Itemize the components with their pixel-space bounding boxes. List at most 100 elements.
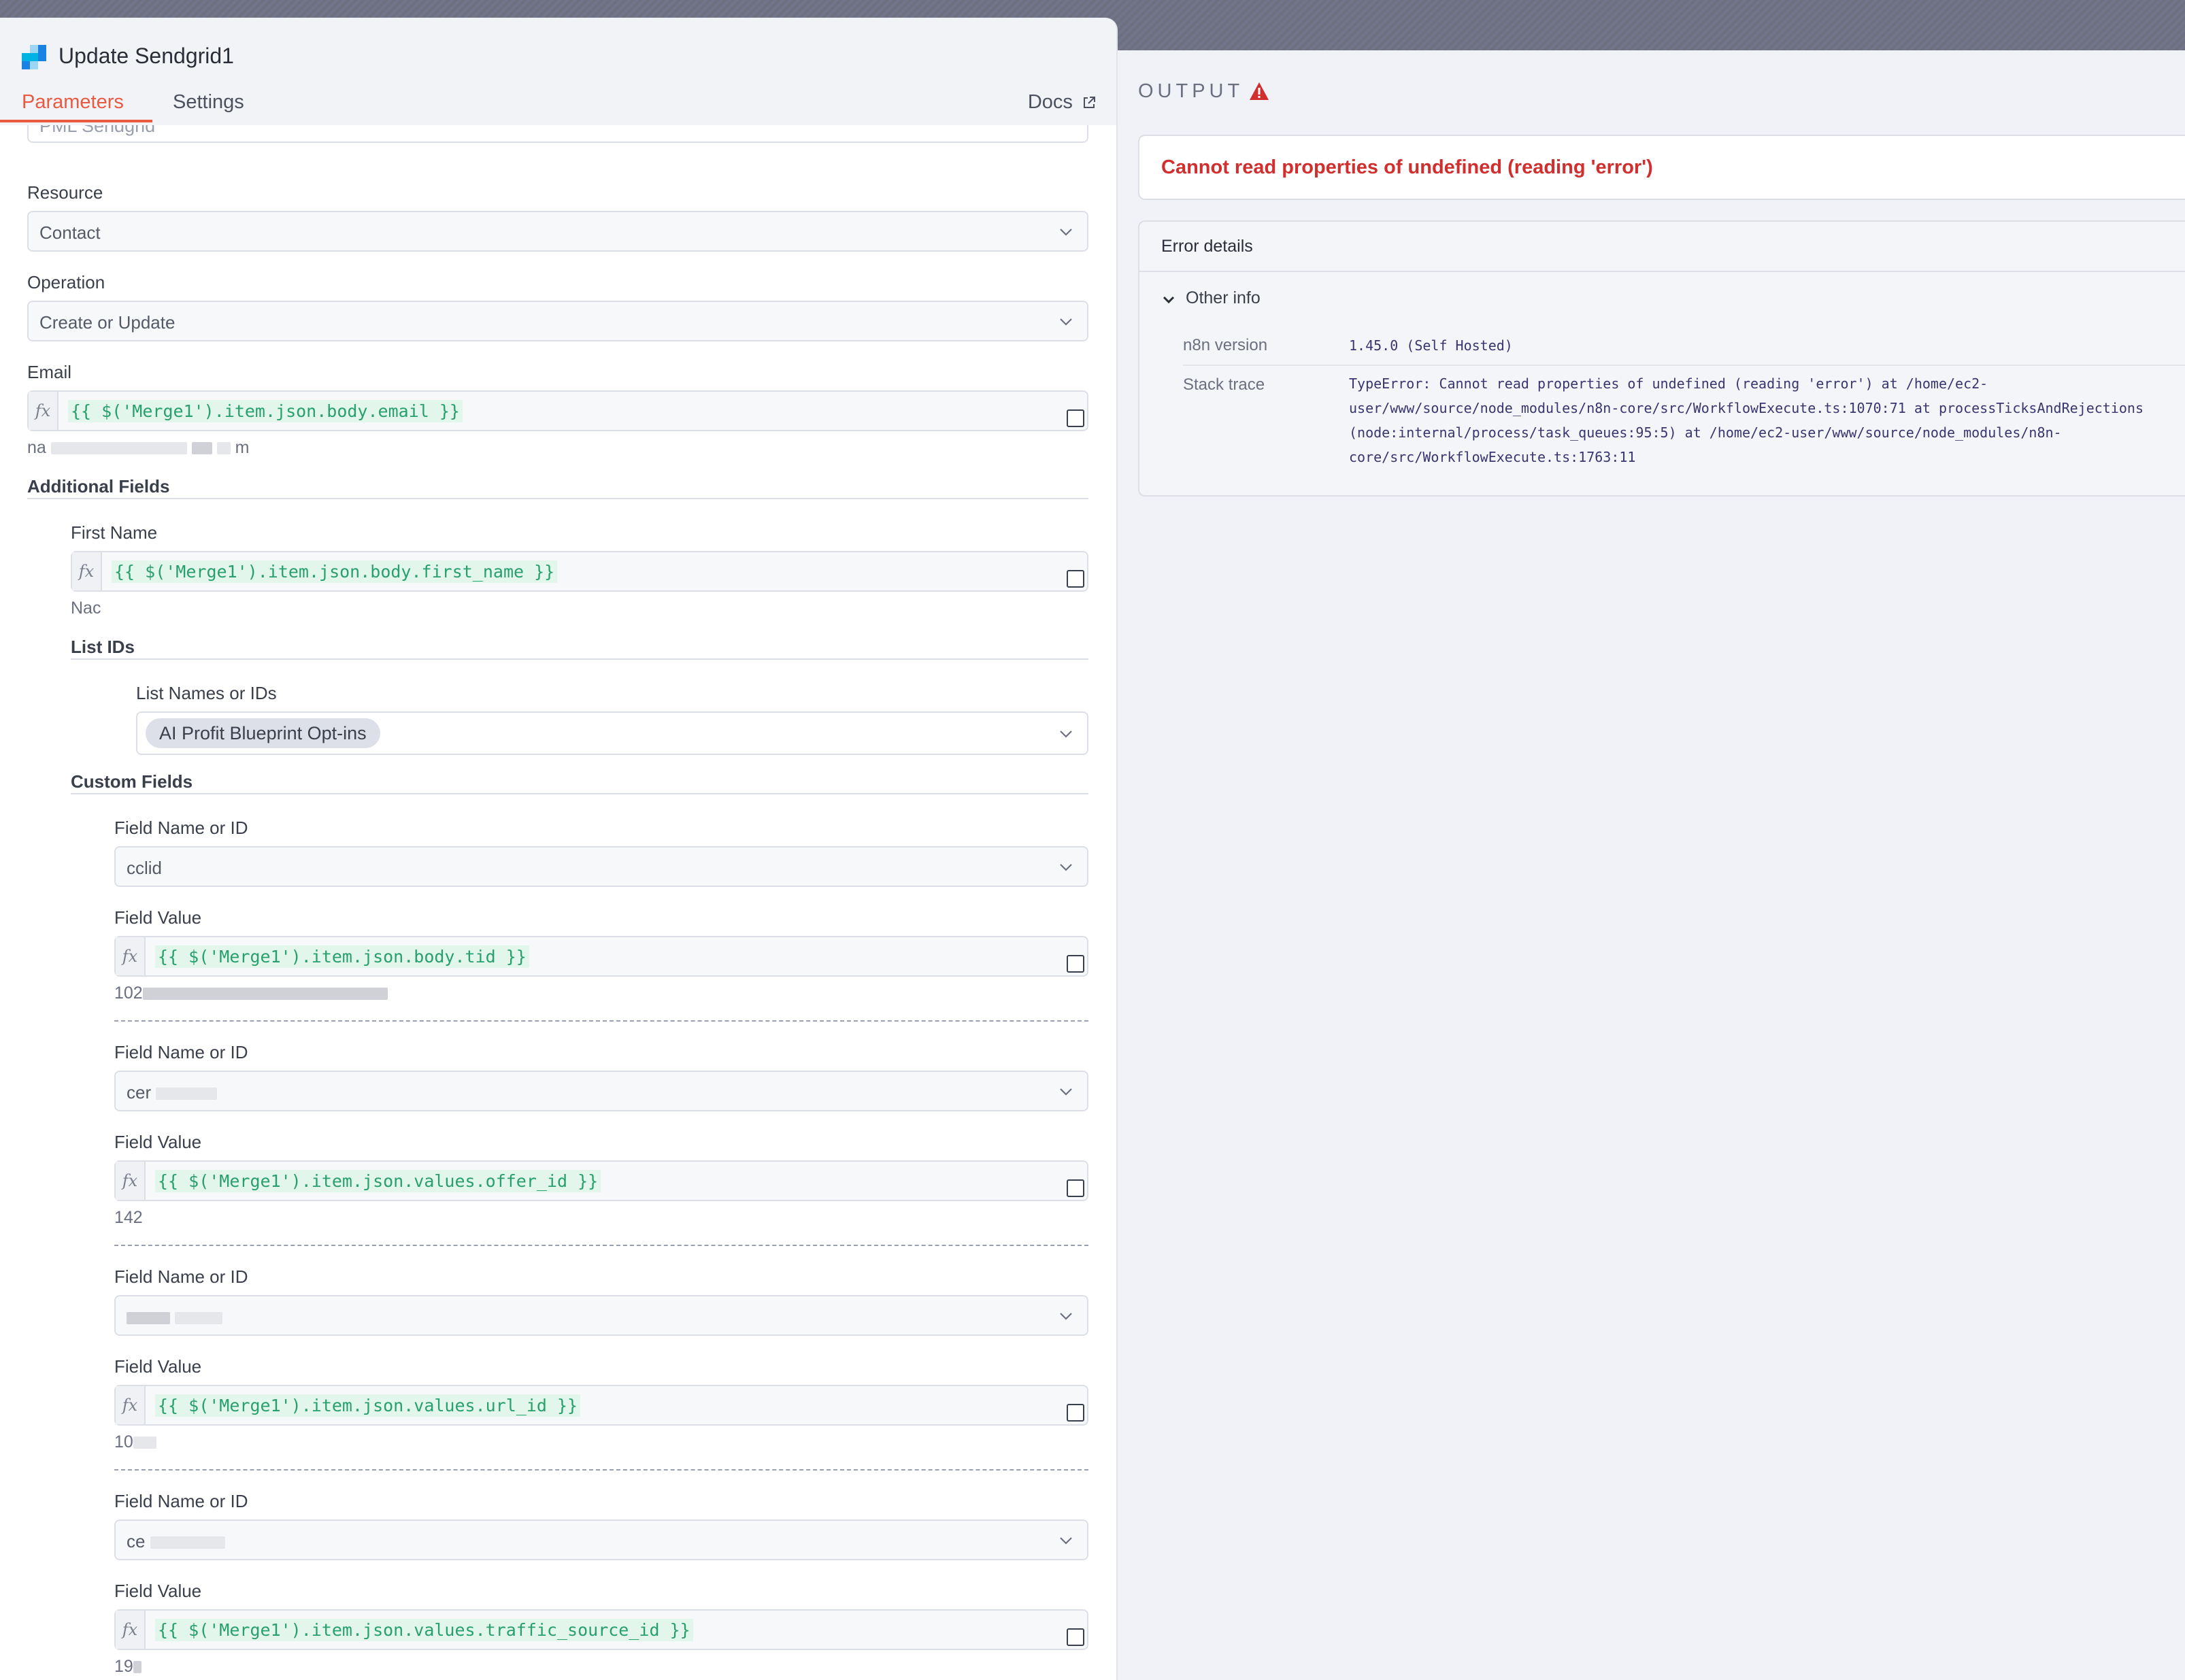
section-divider xyxy=(71,658,1088,660)
fx-icon: fx xyxy=(116,1162,146,1200)
field-value-expression: {{ $('Merge1').item.json.values.traffic_… xyxy=(155,1619,693,1641)
expand-editor-icon[interactable] xyxy=(1067,409,1084,427)
node-parameters-panel: Update Sendgrid1 Parameters Settings Doc… xyxy=(0,18,1116,1680)
fx-icon: fx xyxy=(29,392,59,430)
n8n-version-value: 1.45.0 (Self Hosted) xyxy=(1349,337,1513,354)
email-preview-start: na xyxy=(27,438,46,457)
section-divider xyxy=(71,793,1088,794)
resource-label: Resource xyxy=(27,182,103,203)
field-value-expression: {{ $('Merge1').item.json.values.offer_id… xyxy=(155,1170,601,1192)
stack-trace-key: Stack trace xyxy=(1183,375,1265,394)
fx-icon: fx xyxy=(116,1386,146,1424)
email-expression-field[interactable]: fx {{ $('Merge1').item.json.body.email }… xyxy=(27,390,1088,431)
chevron-down-icon xyxy=(1060,1537,1072,1545)
panel-header: Update Sendgrid1 Parameters Settings Doc… xyxy=(0,18,1116,125)
docs-label: Docs xyxy=(1027,91,1073,113)
fx-icon: fx xyxy=(116,937,146,975)
list-chip[interactable]: AI Profit Blueprint Opt-ins xyxy=(146,718,380,748)
expand-editor-icon[interactable] xyxy=(1067,955,1084,973)
fx-icon: fx xyxy=(116,1611,146,1649)
custom-fields-heading: Custom Fields xyxy=(71,771,193,792)
error-message-box: Cannot read properties of undefined (rea… xyxy=(1138,135,2185,200)
redacted-block xyxy=(127,1312,170,1325)
field-value-preview: 142 xyxy=(114,1208,143,1227)
node-title[interactable]: Update Sendgrid1 xyxy=(59,44,234,69)
active-tab-indicator xyxy=(0,120,152,122)
chevron-down-icon xyxy=(1060,730,1072,738)
docs-link[interactable]: Docs xyxy=(1028,91,1096,114)
sendgrid-icon xyxy=(22,45,46,69)
credential-value: PML Sendgrid xyxy=(39,125,156,136)
stack-trace-line: user/www/source/node_modules/n8n-core/sr… xyxy=(1349,400,2144,416)
chevron-down-icon xyxy=(1060,229,1072,236)
stack-trace-value: TypeError: Cannot read properties of und… xyxy=(1349,371,2185,469)
field-value-preview: 19 xyxy=(114,1657,141,1677)
field-name-value xyxy=(127,1307,223,1328)
expand-editor-icon[interactable] xyxy=(1067,1179,1084,1197)
field-value-label: Field Value xyxy=(114,1132,202,1152)
field-name-select[interactable]: cer xyxy=(114,1071,1088,1111)
field-value-label: Field Value xyxy=(114,1356,202,1377)
other-info-toggle[interactable]: Other info xyxy=(1163,288,1261,308)
field-name-value: cclid xyxy=(127,858,163,878)
field-name-label: Field Name or ID xyxy=(114,1266,248,1287)
output-heading: OUTPUT xyxy=(1138,80,1244,102)
email-expression: {{ $('Merge1').item.json.body.email }} xyxy=(68,400,463,422)
resource-value: Contact xyxy=(39,222,101,243)
parameters-scroll-area[interactable]: PML Sendgrid Resource Contact Operation … xyxy=(0,125,1116,1680)
item-separator xyxy=(114,1245,1088,1246)
field-name-value: ce xyxy=(127,1531,225,1552)
redacted-block xyxy=(142,988,388,1001)
item-separator xyxy=(114,1020,1088,1022)
operation-select[interactable]: Create or Update xyxy=(27,301,1088,341)
warning-icon xyxy=(1250,82,1269,100)
chevron-down-icon xyxy=(1060,1313,1072,1320)
tab-settings[interactable]: Settings xyxy=(173,91,244,114)
error-message: Cannot read properties of undefined (rea… xyxy=(1161,156,1653,178)
field-name-select[interactable] xyxy=(114,1295,1088,1336)
field-value-preview: 102 xyxy=(114,984,388,1003)
chevron-down-icon xyxy=(1163,296,1175,304)
expand-editor-icon[interactable] xyxy=(1067,1628,1084,1646)
field-value-preview: 10 xyxy=(114,1432,156,1452)
field-value-preview-text: 19 xyxy=(114,1657,133,1676)
expand-editor-icon[interactable] xyxy=(1067,570,1084,588)
additional-fields-heading: Additional Fields xyxy=(27,476,170,497)
redacted-block xyxy=(50,442,187,455)
field-value-preview-text: 102 xyxy=(114,984,143,1003)
email-preview: na m xyxy=(27,438,249,458)
field-name-label: Field Name or ID xyxy=(114,1491,248,1511)
redacted-block xyxy=(150,1536,225,1549)
list-names-label: List Names or IDs xyxy=(136,683,277,703)
field-value-expression-field[interactable]: fx {{ $('Merge1').item.json.body.tid }} xyxy=(114,936,1088,977)
stack-trace-line: TypeError: Cannot read properties of und… xyxy=(1349,375,1988,392)
redacted-block xyxy=(133,1437,156,1449)
field-name-text: cer xyxy=(127,1082,152,1103)
first-name-expression: {{ $('Merge1').item.json.body.first_name… xyxy=(112,560,558,583)
credential-select[interactable]: PML Sendgrid xyxy=(27,125,1088,143)
other-info-label: Other info xyxy=(1186,288,1261,307)
field-value-expression-field[interactable]: fx {{ $('Merge1').item.json.values.offer… xyxy=(114,1160,1088,1201)
field-name-select[interactable]: ce xyxy=(114,1519,1088,1560)
redacted-block xyxy=(191,442,212,455)
item-separator xyxy=(114,1469,1088,1471)
resource-select[interactable]: Contact xyxy=(27,211,1088,252)
field-name-select[interactable]: cclid xyxy=(114,846,1088,887)
external-link-icon xyxy=(1084,97,1095,108)
field-value-label: Field Value xyxy=(114,1581,202,1601)
field-name-text: ce xyxy=(127,1531,146,1551)
first-name-preview: Nac xyxy=(71,599,101,618)
field-value-expression-field[interactable]: fx {{ $('Merge1').item.json.values.url_i… xyxy=(114,1385,1088,1426)
tab-parameters[interactable]: Parameters xyxy=(22,91,124,114)
operation-value: Create or Update xyxy=(39,312,176,333)
redacted-block xyxy=(175,1312,223,1325)
first-name-expression-field[interactable]: fx {{ $('Merge1').item.json.body.first_n… xyxy=(71,551,1088,592)
error-details-heading: Error details xyxy=(1161,237,1253,256)
email-label: Email xyxy=(27,362,72,382)
expand-editor-icon[interactable] xyxy=(1067,1404,1084,1422)
list-names-multiselect[interactable]: AI Profit Blueprint Opt-ins xyxy=(136,711,1088,755)
field-value-expression: {{ $('Merge1').item.json.body.tid }} xyxy=(155,945,529,968)
section-divider xyxy=(27,498,1088,499)
divider xyxy=(1183,365,2185,366)
field-value-expression-field[interactable]: fx {{ $('Merge1').item.json.values.traff… xyxy=(114,1609,1088,1650)
